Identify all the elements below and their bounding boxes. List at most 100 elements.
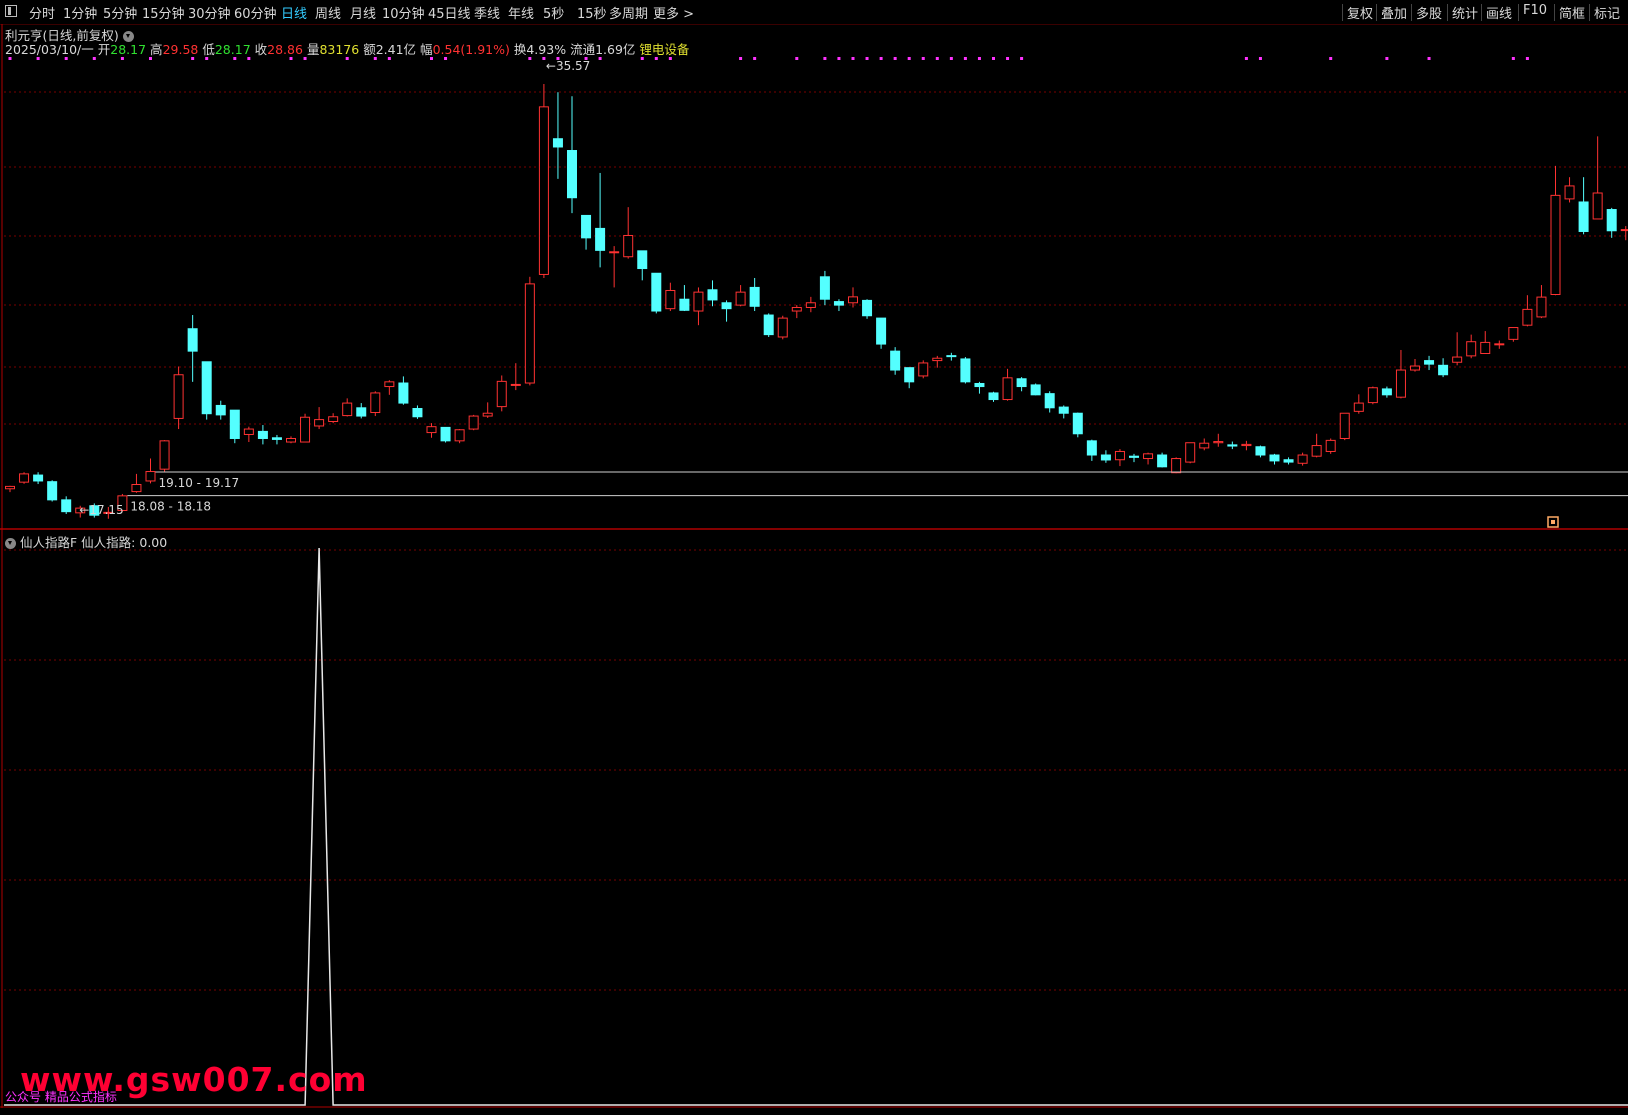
candle-body (974, 382, 985, 388)
signal-marker (1427, 57, 1431, 60)
candle-body (370, 392, 381, 414)
candle-body (1592, 192, 1603, 220)
candle-body (1002, 377, 1013, 401)
candle-body (988, 392, 999, 401)
candle-body (848, 296, 858, 304)
candle-body (805, 302, 816, 308)
candle-body (1143, 453, 1154, 460)
candle-body (454, 429, 465, 442)
candle-body (1030, 384, 1041, 396)
candle-body (159, 440, 170, 470)
indicator-dropdown-icon[interactable] (5, 538, 16, 549)
signal-marker (64, 57, 68, 60)
candle-body (1283, 459, 1294, 463)
signal-marker (851, 57, 855, 60)
signal-marker (1511, 57, 1515, 60)
candle (763, 313, 774, 337)
candle-body (1480, 341, 1491, 355)
candle-body (721, 302, 732, 310)
candle (1480, 331, 1491, 355)
candle-body (398, 382, 409, 404)
candle-body (763, 314, 774, 336)
candle-body (1606, 209, 1617, 232)
signal-marker (795, 57, 799, 60)
candle-body (47, 481, 58, 501)
candle (187, 315, 198, 382)
candle-body (1199, 442, 1210, 449)
zone-label: 19.10 - 19.17 (159, 476, 240, 490)
candle (1297, 452, 1308, 466)
candle-body (665, 289, 676, 310)
indicator-name[interactable]: 仙人指路F (20, 535, 77, 550)
candle (595, 172, 606, 268)
candle (131, 473, 142, 493)
candle (848, 287, 858, 308)
candle-body (1325, 439, 1336, 452)
candle-body (300, 416, 311, 443)
candle-body (1494, 343, 1505, 346)
candle-body (1424, 360, 1435, 365)
candle-body (538, 106, 549, 275)
signal-marker (963, 57, 967, 60)
candle (609, 246, 620, 288)
candle-body (524, 283, 535, 384)
candle-body (61, 499, 72, 513)
candle (159, 440, 170, 472)
signal-marker (837, 57, 841, 60)
candle-body (960, 358, 971, 383)
candle (721, 300, 732, 322)
candle-body (777, 317, 788, 338)
candle (1550, 165, 1561, 296)
candle-body (510, 383, 521, 386)
candle (47, 480, 58, 502)
candle (384, 380, 395, 395)
candle-body (749, 286, 760, 307)
candle-body (482, 412, 493, 417)
candle-body (623, 234, 634, 258)
candle-body (693, 291, 704, 312)
candle (201, 361, 212, 420)
candle-body (946, 355, 957, 358)
signal-marker (865, 57, 869, 60)
candle (1452, 332, 1463, 366)
candle (61, 496, 72, 515)
candle-body (173, 374, 184, 419)
signal-marker (373, 57, 377, 60)
candle-body (1410, 365, 1420, 371)
candle (1199, 438, 1210, 451)
candle-body (1129, 455, 1139, 458)
candle (1424, 355, 1435, 371)
candle-body (215, 404, 226, 416)
candle-body (637, 250, 648, 270)
candle-body (412, 408, 423, 418)
candle-body (33, 474, 44, 482)
signal-marker (823, 57, 827, 60)
candle-body (426, 426, 437, 434)
candle (314, 407, 325, 430)
candle (1508, 327, 1519, 342)
candle (707, 280, 718, 307)
candle (749, 277, 760, 312)
candle (271, 434, 282, 445)
candle-body (1016, 378, 1027, 388)
candle (454, 429, 465, 444)
candle (960, 357, 971, 384)
candle (1578, 177, 1589, 235)
candle (1157, 452, 1168, 468)
candle (229, 409, 240, 444)
candle (862, 299, 873, 319)
candle-body (1438, 364, 1449, 376)
candle (243, 426, 254, 443)
candle (328, 413, 339, 424)
candle-body (679, 298, 690, 311)
candle-body (1395, 369, 1406, 398)
candle (679, 285, 690, 312)
candle-body (651, 272, 662, 312)
candle-body (1381, 388, 1392, 396)
candle (988, 391, 999, 402)
candle-body (328, 416, 339, 422)
candle (33, 472, 44, 485)
signal-marker (528, 57, 532, 60)
signal-marker (1006, 57, 1010, 60)
kline-chart[interactable]: ←35.57 ←17.15 19.10 - 19.17 18.08 - 18.18 (0, 0, 1628, 1115)
